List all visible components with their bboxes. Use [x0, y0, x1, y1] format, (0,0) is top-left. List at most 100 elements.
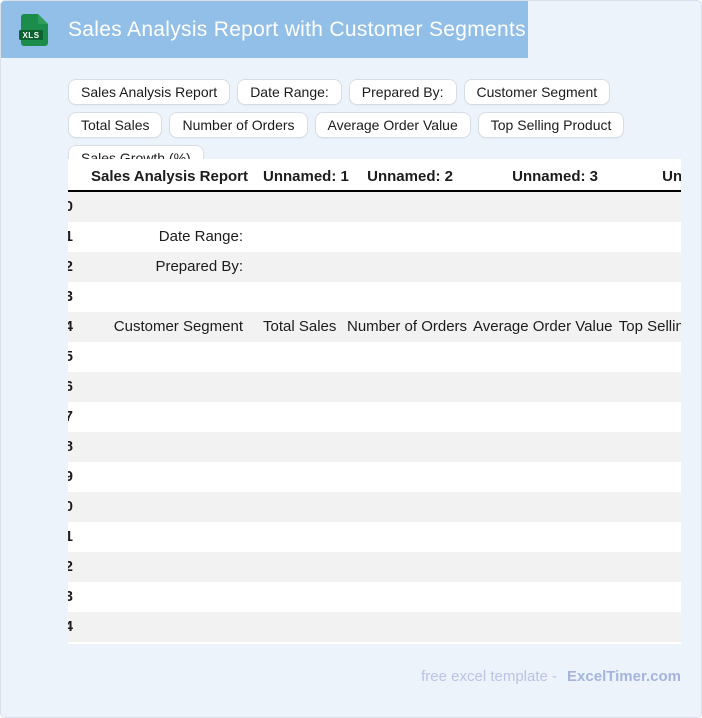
row-index: 9	[68, 462, 81, 492]
footer: free excel template - ExcelTimer.com	[421, 668, 681, 685]
table-cell	[253, 612, 337, 642]
table-row: 4Customer SegmentTotal SalesNumber of Or…	[68, 312, 681, 342]
row-index: 1	[68, 222, 81, 252]
chip-date-range[interactable]: Date Range:	[237, 79, 342, 105]
row-index: 12	[68, 552, 81, 582]
chip-sales-analysis-report[interactable]: Sales Analysis Report	[68, 79, 231, 105]
footer-brand-link[interactable]: ExcelTimer.com	[567, 668, 681, 685]
header-bar: XLS Sales Analysis Report with Customer …	[1, 1, 528, 58]
field-chip-list: Sales Analysis Report Date Range: Prepared…	[68, 79, 701, 171]
row-index: 14	[68, 612, 81, 642]
table-cell	[608, 191, 681, 222]
table-cell	[337, 252, 463, 282]
spreadsheet-preview: Sales Analysis Report Unnamed: 1 Unnamed: …	[68, 159, 681, 644]
column-header-sales-analysis-report: Sales Analysis Report	[81, 164, 253, 192]
table-cell	[253, 191, 337, 222]
footer-label: free excel template -	[421, 668, 558, 685]
row-index: 4	[68, 312, 81, 342]
table-cell	[337, 552, 463, 582]
table-cell	[608, 522, 681, 552]
row-index: 7	[68, 402, 81, 432]
table-cell	[463, 462, 608, 492]
chip-average-order-value[interactable]: Average Order Value	[314, 112, 471, 138]
table-cell	[337, 372, 463, 402]
table-cell	[81, 612, 253, 642]
table-cell	[463, 342, 608, 372]
table-row: 3	[68, 282, 681, 312]
table-cell: Prepared By:	[81, 252, 253, 282]
table-cell	[608, 342, 681, 372]
table-cell: Total Sales	[253, 312, 337, 342]
table-cell	[81, 432, 253, 462]
table-cell	[81, 372, 253, 402]
table-row: 8	[68, 432, 681, 462]
chip-number-of-orders[interactable]: Number of Orders	[169, 112, 308, 138]
column-header-unnamed-3: Unnamed: 3	[463, 164, 608, 192]
table-cell	[81, 342, 253, 372]
table-row: 7	[68, 402, 681, 432]
table-cell	[463, 492, 608, 522]
table-cell	[463, 582, 608, 612]
table-cell	[337, 582, 463, 612]
table-row: 6	[68, 372, 681, 402]
row-index: 10	[68, 492, 81, 522]
table-cell	[81, 282, 253, 312]
svg-text:XLS: XLS	[22, 31, 39, 40]
index-corner-cell	[68, 164, 81, 192]
row-index: 11	[68, 522, 81, 552]
table-cell	[253, 402, 337, 432]
table-row: 14	[68, 612, 681, 642]
chip-top-selling-product[interactable]: Top Selling Product	[477, 112, 625, 138]
table-cell	[337, 342, 463, 372]
chip-total-sales[interactable]: Total Sales	[68, 112, 163, 138]
page: XLS Sales Analysis Report with Customer …	[0, 0, 702, 718]
table-cell	[81, 522, 253, 552]
row-index: 5	[68, 342, 81, 372]
table-cell	[81, 492, 253, 522]
table-row: 5	[68, 342, 681, 372]
table-cell	[337, 282, 463, 312]
table-cell	[463, 282, 608, 312]
table-cell	[81, 191, 253, 222]
table-cell	[253, 462, 337, 492]
data-table: Sales Analysis Report Unnamed: 1 Unnamed: …	[68, 164, 681, 642]
table-cell	[253, 282, 337, 312]
table-cell	[608, 492, 681, 522]
table-cell	[337, 612, 463, 642]
table-row: 1 Date Range:	[68, 222, 681, 252]
table-cell	[463, 552, 608, 582]
table-cell	[337, 522, 463, 552]
table-cell	[463, 252, 608, 282]
table-cell: Average Order Value	[463, 312, 613, 342]
table-cell	[337, 432, 463, 462]
table-cell	[253, 492, 337, 522]
table-row: 9	[68, 462, 681, 492]
row-index: 2	[68, 252, 81, 282]
page-title: Sales Analysis Report with Customer Segm…	[68, 17, 526, 41]
table-cell	[463, 191, 608, 222]
table-row: 11	[68, 522, 681, 552]
table-cell: Customer Segment	[81, 312, 253, 342]
table-cell	[463, 522, 608, 552]
column-header-unnamed-4: Unnamed: 4	[608, 164, 681, 192]
table-cell	[253, 432, 337, 462]
table-row: 10	[68, 492, 681, 522]
table-cell	[253, 372, 337, 402]
table-header: Sales Analysis Report Unnamed: 1 Unnamed: …	[68, 164, 681, 192]
table-row: 2Prepared By:	[68, 252, 681, 282]
table-cell	[253, 342, 337, 372]
table-row: 13	[68, 582, 681, 612]
row-index: 8	[68, 432, 81, 462]
table-body: 01 Date Range: 2Prepared By:34Customer Seg…	[68, 191, 681, 642]
row-index: 0	[68, 191, 81, 222]
chip-customer-segment[interactable]: Customer Segment	[463, 79, 611, 105]
table-cell	[337, 402, 463, 432]
table-cell	[337, 191, 463, 222]
table-cell	[608, 582, 681, 612]
chip-prepared-by[interactable]: Prepared By:	[348, 79, 457, 105]
table-cell	[337, 492, 463, 522]
table-cell	[463, 432, 608, 462]
row-index: 13	[68, 582, 81, 612]
table-cell: Date Range:	[158, 228, 243, 245]
table-cell	[608, 552, 681, 582]
